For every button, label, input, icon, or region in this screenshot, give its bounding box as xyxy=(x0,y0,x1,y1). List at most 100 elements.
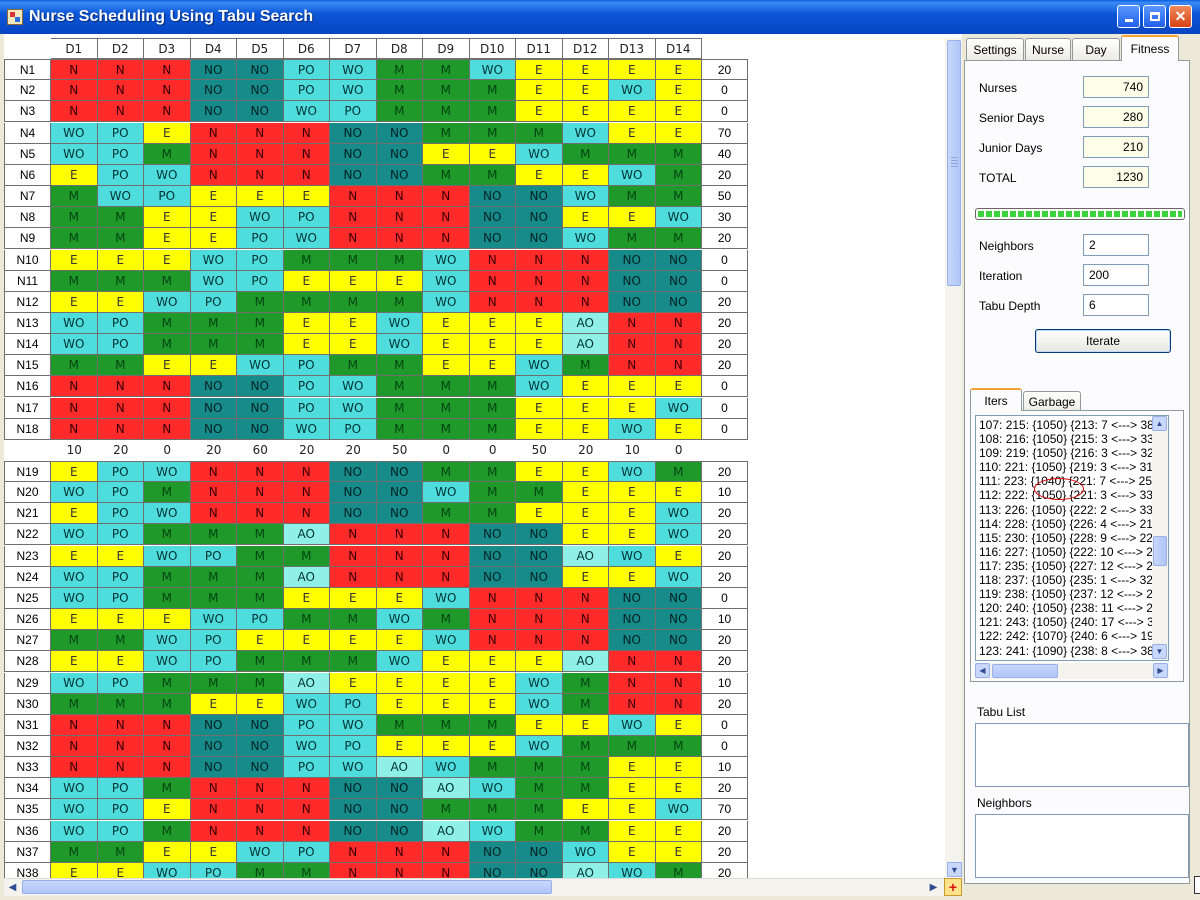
shift-cell[interactable]: NO xyxy=(655,270,702,292)
shift-cell[interactable]: M xyxy=(469,714,516,736)
shift-cell[interactable]: M xyxy=(283,545,330,567)
shift-cell[interactable]: E xyxy=(516,503,563,525)
shift-cell[interactable]: E xyxy=(51,609,98,631)
shift-cell[interactable]: E xyxy=(330,630,377,652)
shift-cell[interactable]: PO xyxy=(97,587,144,609)
shift-cell[interactable]: WO xyxy=(144,291,191,313)
shift-cell[interactable]: M xyxy=(469,376,516,398)
schedule-grid[interactable]: D1 D2 D3 D4 D5 D6 D7 D8 D9 D10 D11 D12 D13 D14 N1 N N N NO… xyxy=(4,34,962,878)
shift-cell[interactable]: WO xyxy=(562,186,609,208)
shift-cell[interactable]: N xyxy=(330,186,377,208)
shift-cell[interactable]: NO xyxy=(190,735,237,757)
shift-cell[interactable]: WO xyxy=(237,355,284,377)
shift-cell[interactable]: NO xyxy=(609,270,656,292)
shift-cell[interactable]: E xyxy=(609,757,656,779)
shift-cell[interactable]: NO xyxy=(469,566,516,588)
shift-cell[interactable]: E xyxy=(376,672,423,694)
nurse-row-header[interactable]: N28 xyxy=(4,651,51,673)
shift-cell[interactable]: M xyxy=(283,862,330,878)
shift-cell[interactable]: WO xyxy=(283,693,330,715)
shift-cell[interactable]: NO xyxy=(330,461,377,482)
shift-cell[interactable]: WO xyxy=(144,164,191,186)
shift-cell[interactable]: N xyxy=(516,630,563,652)
shift-cell[interactable]: NO xyxy=(330,143,377,165)
shift-cell[interactable]: WO xyxy=(609,80,656,102)
shift-cell[interactable]: M xyxy=(283,249,330,271)
shift-cell[interactable]: E xyxy=(562,503,609,525)
shift-cell[interactable]: E xyxy=(655,714,702,736)
day-header[interactable]: D12 xyxy=(562,38,609,59)
shift-cell[interactable]: WO xyxy=(423,757,470,779)
shift-cell[interactable]: M xyxy=(97,355,144,377)
grid-vertical-scroll-thumb[interactable] xyxy=(947,40,961,286)
shift-cell[interactable]: WO xyxy=(144,503,191,525)
shift-cell[interactable]: WO xyxy=(330,59,377,81)
shift-cell[interactable]: WO xyxy=(51,334,98,356)
shift-cell[interactable]: WO xyxy=(423,291,470,313)
nurse-row-header[interactable]: N15 xyxy=(4,355,51,377)
shift-cell[interactable]: E xyxy=(144,228,191,250)
shift-cell[interactable]: E xyxy=(144,355,191,377)
shift-cell[interactable]: E xyxy=(144,799,191,821)
shift-cell[interactable]: M xyxy=(562,693,609,715)
shift-cell[interactable]: N xyxy=(562,609,609,631)
shift-cell[interactable]: E xyxy=(51,461,98,482)
iteration-line[interactable]: 116: 227: {1050} {222: 10 <---> 25} xyxy=(979,545,1168,559)
shift-cell[interactable]: PO xyxy=(283,841,330,863)
shift-cell[interactable]: M xyxy=(144,820,191,842)
tab-settings[interactable]: Settings xyxy=(966,38,1024,60)
shift-cell[interactable]: AO xyxy=(283,672,330,694)
shift-cell[interactable]: NO xyxy=(190,59,237,81)
shift-cell[interactable]: E xyxy=(423,334,470,356)
shift-cell[interactable]: E xyxy=(237,186,284,208)
shift-cell[interactable]: M xyxy=(469,397,516,419)
shift-cell[interactable]: M xyxy=(469,503,516,525)
shift-cell[interactable]: E xyxy=(655,80,702,102)
shift-cell[interactable]: M xyxy=(423,418,470,440)
shift-cell[interactable]: M xyxy=(144,312,191,334)
shift-cell[interactable]: N xyxy=(376,228,423,250)
shift-cell[interactable]: E xyxy=(609,59,656,81)
shift-cell[interactable]: PO xyxy=(283,355,330,377)
shift-cell[interactable]: M xyxy=(144,524,191,546)
shift-cell[interactable]: N xyxy=(190,461,237,482)
shift-cell[interactable]: WO xyxy=(609,461,656,482)
shift-cell[interactable]: M xyxy=(655,461,702,482)
shift-cell[interactable]: M xyxy=(655,186,702,208)
shift-cell[interactable]: M xyxy=(97,270,144,292)
shift-cell[interactable]: E xyxy=(516,397,563,419)
shift-cell[interactable]: WO xyxy=(516,376,563,398)
nurse-row-header[interactable]: N33 xyxy=(4,757,51,779)
shift-cell[interactable]: E xyxy=(655,778,702,800)
iterate-button[interactable]: Iterate xyxy=(1035,329,1171,353)
shift-cell[interactable]: NO xyxy=(516,207,563,229)
shift-cell[interactable]: WO xyxy=(144,545,191,567)
shift-cell[interactable]: N xyxy=(97,714,144,736)
shift-cell[interactable]: PO xyxy=(330,735,377,757)
shift-cell[interactable]: WO xyxy=(655,799,702,821)
shift-cell[interactable]: PO xyxy=(283,207,330,229)
shift-cell[interactable]: WO xyxy=(144,651,191,673)
shift-cell[interactable]: N xyxy=(97,735,144,757)
shift-cell[interactable]: E xyxy=(51,249,98,271)
shift-cell[interactable]: E xyxy=(609,820,656,842)
shift-cell[interactable]: WO xyxy=(144,461,191,482)
shift-cell[interactable]: M xyxy=(516,778,563,800)
shift-cell[interactable]: M xyxy=(655,228,702,250)
shift-cell[interactable]: M xyxy=(469,122,516,144)
shift-cell[interactable]: WO xyxy=(51,799,98,821)
shift-cell[interactable]: M xyxy=(237,672,284,694)
shift-cell[interactable]: N xyxy=(562,630,609,652)
shift-cell[interactable]: PO xyxy=(97,461,144,482)
shift-cell[interactable]: M xyxy=(469,757,516,779)
shift-cell[interactable]: WO xyxy=(423,630,470,652)
neighbors-list-box[interactable] xyxy=(975,814,1189,878)
shift-cell[interactable]: E xyxy=(51,164,98,186)
shift-cell[interactable]: WO xyxy=(562,228,609,250)
shift-cell[interactable]: E xyxy=(655,757,702,779)
shift-cell[interactable]: NO xyxy=(609,630,656,652)
shift-cell[interactable]: N xyxy=(609,312,656,334)
shift-cell[interactable]: NO xyxy=(376,820,423,842)
shift-cell[interactable]: N xyxy=(283,778,330,800)
shift-cell[interactable]: N xyxy=(237,820,284,842)
